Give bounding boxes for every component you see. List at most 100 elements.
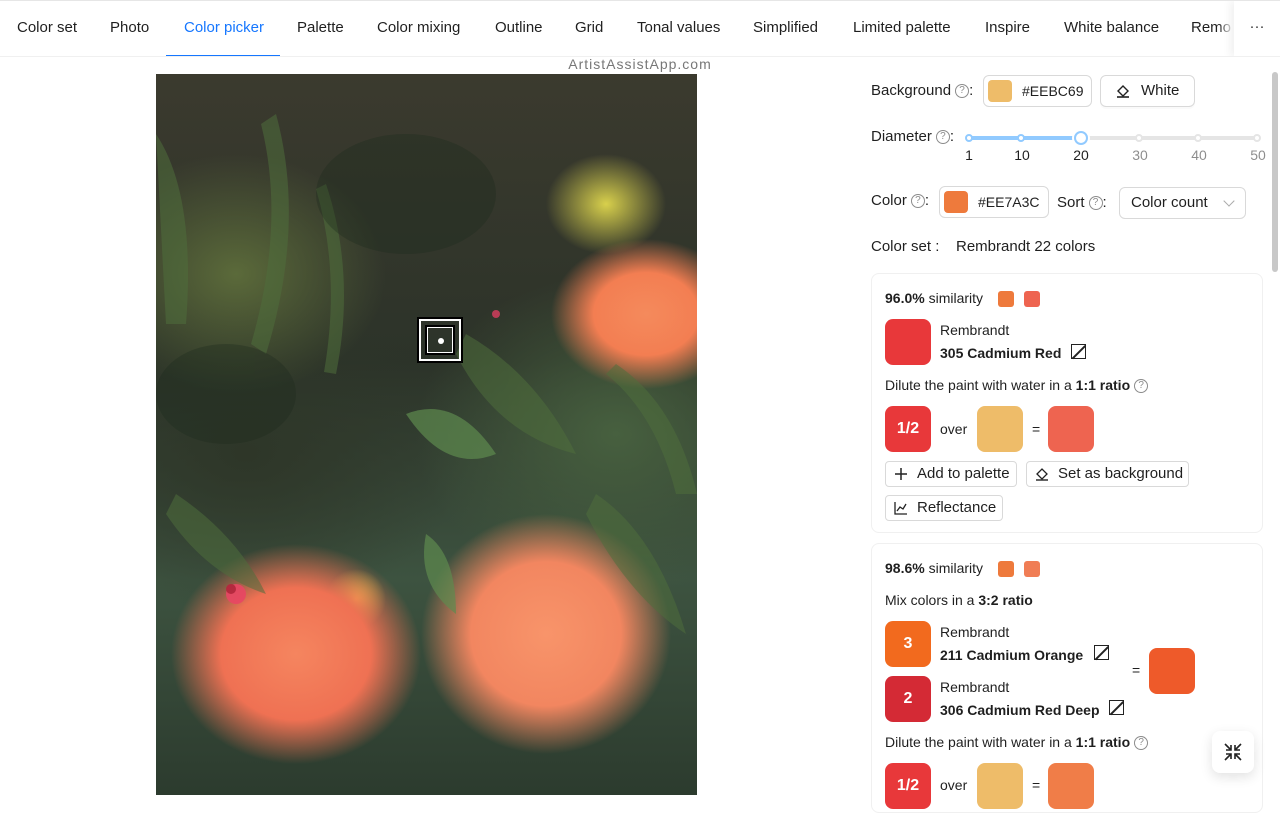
background-label-row: Background?: (871, 82, 973, 99)
set-as-background-label: Set as background (1058, 465, 1184, 482)
card1-dilute-text: Dilute the paint with water in a 1:1 rat… (885, 377, 1149, 394)
more-tabs-button[interactable]: ··· (1234, 1, 1280, 56)
tab-outline[interactable]: Outline (495, 1, 543, 56)
color-label: Color (871, 192, 907, 209)
card2-mix-prefix: Mix colors in a (885, 592, 975, 608)
card2-paint1-name: 211 Cadmium Orange (940, 647, 1084, 663)
card2-fraction-badge: 1/2 (885, 763, 931, 809)
background-hex: #EEBC69 (1022, 83, 1084, 99)
paint-bucket-icon (1036, 468, 1048, 481)
card2-final-equals: = (1032, 777, 1041, 793)
card2-background-swatch (977, 763, 1023, 809)
set-as-background-button[interactable]: Set as background (1026, 461, 1189, 487)
card2-mix-text: Mix colors in a 3:2 ratio (885, 592, 1033, 608)
sort-help-icon[interactable]: ? (1088, 196, 1103, 211)
photo-illustration (156, 114, 697, 634)
card2-over-label: over (940, 777, 968, 793)
tab-simplified[interactable]: Simplified (753, 1, 818, 56)
tab-palette[interactable]: Palette (297, 1, 344, 56)
add-to-palette-button[interactable]: Add to palette (885, 461, 1017, 487)
card1-dilute-help-icon[interactable]: ? (1134, 379, 1149, 394)
reflectance-button[interactable]: Reflectance (885, 495, 1003, 521)
card2-target-color-chip (998, 561, 1014, 577)
paint-bucket-icon (1117, 85, 1129, 98)
tab-color-set[interactable]: Color set (17, 1, 77, 56)
card2-paint1-brand: Rembrandt (940, 624, 1010, 640)
brand-watermark: ArtistAssistApp.com (568, 56, 712, 72)
color-set-label: Color set (871, 238, 932, 255)
diameter-help-icon[interactable]: ? (935, 130, 950, 145)
card1-dilute-ratio: 1:1 ratio (1075, 377, 1131, 393)
tab-white-balance[interactable]: White balance (1064, 1, 1159, 56)
picked-color-swatch (944, 191, 968, 213)
tab-color-picker[interactable]: Color picker (184, 1, 264, 56)
background-help-icon[interactable]: ? (955, 84, 970, 99)
background-color-picker[interactable]: #EEBC69 (983, 75, 1092, 107)
card1-dilute-prefix: Dilute the paint with water in a (885, 377, 1072, 393)
tab-limited-palette[interactable]: Limited palette (853, 1, 951, 56)
card2-result-color-chip (1024, 561, 1040, 577)
color-set-label-row: Color set : (871, 238, 939, 255)
card1-equals: = (1032, 421, 1041, 437)
tab-tonal-values[interactable]: Tonal values (637, 1, 720, 56)
tab-color-mixing[interactable]: Color mixing (377, 1, 460, 56)
card2-dilute-prefix: Dilute the paint with water in a (885, 734, 1072, 750)
picker-center-dot (438, 338, 444, 344)
card1-target-color-chip (998, 291, 1014, 307)
card2-similarity-pct: 98.6% (885, 560, 925, 576)
slider-mark-20: 20 (1073, 147, 1089, 163)
slider-mark-10: 10 (1014, 147, 1030, 163)
slider-mark-30: 30 (1132, 147, 1148, 163)
sort-select-value: Color count (1131, 194, 1208, 211)
slider-dot-10 (1017, 134, 1025, 142)
add-to-palette-label: Add to palette (917, 465, 1010, 482)
card1-paint-swatch (885, 319, 931, 365)
card2-paint1-parts: 3 (885, 621, 931, 667)
tab-grid[interactable]: Grid (575, 1, 603, 56)
tab-inspire[interactable]: Inspire (985, 1, 1030, 56)
card2-equals: = (1132, 662, 1141, 678)
card2-mix-swatch (1149, 648, 1195, 694)
picked-color-box[interactable]: #EE7A3C (939, 186, 1049, 218)
card2-dilute-help-icon[interactable]: ? (1134, 736, 1149, 751)
slider-mark-1: 1 (965, 147, 973, 163)
sort-colon: : (1102, 194, 1107, 211)
card1-result-swatch (1048, 406, 1094, 452)
tab-photo[interactable]: Photo (110, 1, 149, 56)
white-button-label: White (1141, 82, 1180, 99)
plus-icon (895, 468, 907, 480)
color-label-row: Color?: (871, 192, 929, 209)
match-card-1: 96.0% similarity Rembrandt 305 Cadmium R… (871, 273, 1263, 533)
compress-icon (1224, 743, 1242, 761)
slider-mark-40: 40 (1191, 147, 1207, 163)
card2-paint2-name: 306 Cadmium Red Deep (940, 702, 1100, 718)
reflectance-label: Reflectance (917, 499, 997, 516)
color-help-icon[interactable]: ? (910, 194, 925, 209)
external-link-icon[interactable] (1071, 344, 1086, 359)
chevron-down-icon (1223, 195, 1235, 207)
card2-paint2-parts: 2 (885, 676, 931, 722)
match-card-2: 98.6% similarity Mix colors in a 3:2 rat… (871, 543, 1263, 813)
slider-dot-40 (1194, 134, 1202, 142)
sort-select[interactable]: Color count (1119, 187, 1246, 219)
card2-final-swatch (1048, 763, 1094, 809)
scrollbar-thumb[interactable] (1272, 72, 1278, 272)
background-colon: : (969, 82, 974, 99)
card2-dilute-ratio: 1:1 ratio (1075, 734, 1131, 750)
slider-mark-50: 50 (1250, 147, 1266, 163)
external-link-icon[interactable] (1109, 700, 1124, 715)
card2-similarity: 98.6% similarity (885, 560, 983, 576)
color-picker-reticle[interactable] (417, 317, 463, 363)
card1-paint-name: 305 Cadmium Red (940, 345, 1062, 361)
white-background-button[interactable]: White (1100, 75, 1195, 107)
card1-result-color-chip (1024, 291, 1040, 307)
diameter-slider-track (969, 136, 1081, 140)
slider-dot-50 (1253, 134, 1261, 142)
diameter-slider-handle[interactable] (1074, 131, 1088, 145)
exit-fullscreen-button[interactable] (1212, 731, 1254, 773)
card2-mix-ratio: 3:2 ratio (978, 592, 1033, 608)
sort-label: Sort (1057, 194, 1085, 211)
external-link-icon[interactable] (1094, 645, 1109, 660)
photo-canvas[interactable] (156, 74, 697, 795)
picked-color-hex: #EE7A3C (978, 194, 1040, 210)
